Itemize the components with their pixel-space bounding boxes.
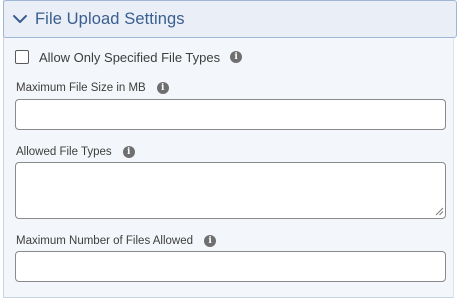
info-icon[interactable]: i [230, 51, 243, 63]
info-icon[interactable]: i [204, 235, 217, 247]
max-files-label: Maximum Number of Files Allowed [16, 235, 194, 247]
allowed-file-types-label: Allowed File Types [16, 146, 112, 158]
chevron-down-icon[interactable] [11, 10, 29, 28]
max-file-size-label-row: Maximum File Size in MB i [16, 80, 169, 96]
allow-specified-types-row: Allow Only Specified File Types i [15, 47, 243, 67]
allowed-file-types-textarea[interactable] [15, 162, 446, 219]
max-file-size-input[interactable] [15, 99, 446, 130]
max-files-label-row: Maximum Number of Files Allowed i [16, 233, 217, 249]
info-icon[interactable]: i [122, 146, 135, 158]
section-header-file-upload[interactable]: File Upload Settings [3, 0, 457, 38]
max-file-size-label: Maximum File Size in MB [16, 82, 146, 94]
allowed-file-types-label-row: Allowed File Types i [16, 144, 135, 160]
allow-specified-types-label: Allow Only Specified File Types [39, 49, 221, 65]
info-icon[interactable]: i [156, 82, 169, 94]
section-title: File Upload Settings [35, 9, 185, 28]
allow-specified-types-checkbox[interactable] [15, 50, 29, 64]
max-files-input[interactable] [15, 251, 446, 282]
